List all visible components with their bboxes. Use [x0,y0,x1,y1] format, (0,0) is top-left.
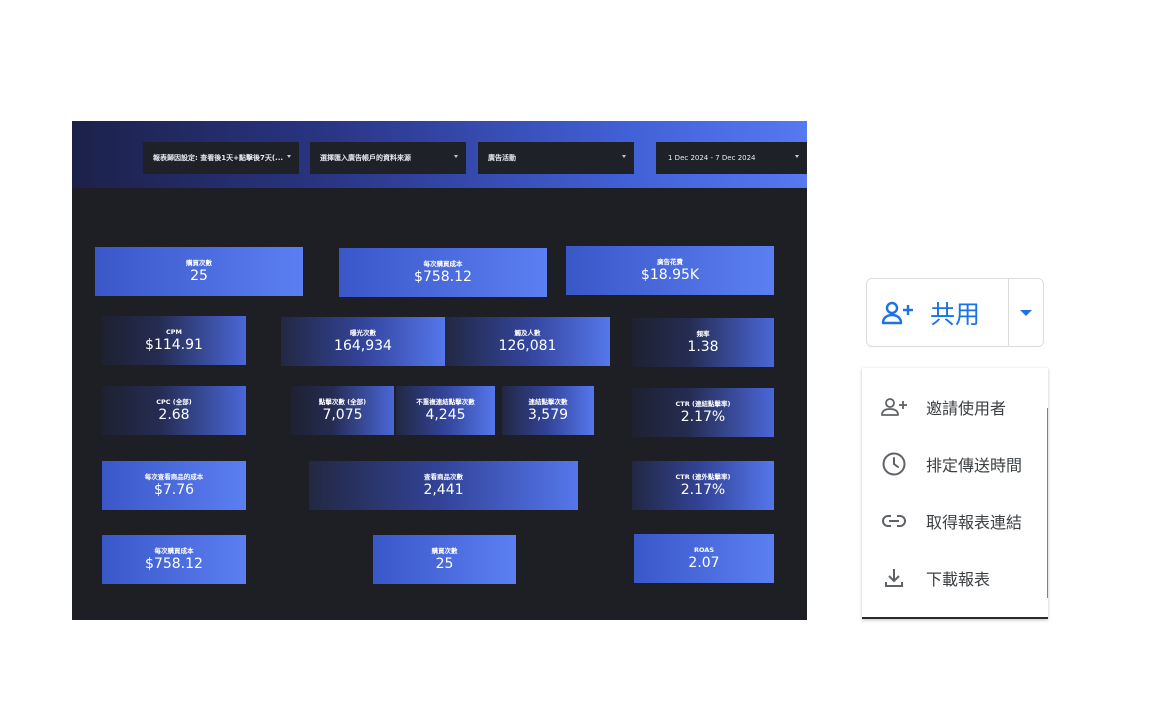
scorecard-impressions[interactable]: 曝光次數 164,934 [281,317,445,366]
scorecard-ctr-outbound[interactable]: CTR (連外點擊率) 2.17% [632,461,774,510]
dashboard-header: 報表歸因設定: 查看後1天+點擊後7天(... 選擇匯入廣告帳戶的資料來源 廣告… [72,121,807,188]
scorecard-value: $114.91 [145,336,203,353]
menu-item-download-report[interactable]: 下載報表 [862,558,1048,598]
scorecard-purchases[interactable]: 購買次數 25 [95,247,303,296]
scorecard-link-clicks[interactable]: 連結點擊次數 3,579 [502,386,594,435]
scorecard-value: 4,245 [425,406,466,423]
scorecard-clicks-all[interactable]: 點擊次數 (全部) 7,075 [291,386,394,435]
scorecard-label: 連結點擊次數 [528,397,568,406]
scorecard-ctr-link[interactable]: CTR (連結點擊率) 2.17% [632,388,774,437]
scorecard-value: 2.68 [158,406,190,423]
scorecard-label: 購買次數 [186,258,212,267]
scorecard-purchases-2[interactable]: 購買次數 25 [373,535,516,584]
caret-down-icon [795,155,799,158]
attribution-setting-dropdown[interactable]: 報表歸因設定: 查看後1天+點擊後7天(... [143,142,299,174]
menu-item-get-report-link[interactable]: 取得報表連結 [862,501,1048,541]
menu-item-label: 下載報表 [926,570,991,589]
scorecard-value: 2.17% [680,408,726,425]
scorecard-label: 購買次數 [431,546,458,555]
caret-down-icon [1020,309,1032,316]
person-add-icon [880,393,908,421]
menu-item-schedule-delivery[interactable]: 排定傳送時間 [862,444,1048,484]
scorecard-label: 每次購買成本 [423,259,463,268]
scorecard-cpm[interactable]: CPM $114.91 [102,316,246,365]
person-add-icon [880,299,930,327]
share-button[interactable]: 共用 [867,279,1008,346]
scorecard-label: 觸及人數 [514,328,541,337]
scorecard-value: $758.12 [414,268,472,285]
scorecard-roas[interactable]: ROAS 2.07 [634,534,774,583]
scorecard-label: 每次購買成本 [154,546,194,555]
menu-item-label: 邀請使用者 [926,399,1007,418]
scorecard-value: $758.12 [145,555,203,572]
caret-down-icon [454,155,458,158]
scorecard-value: 2.17% [680,481,726,498]
menu-item-label: 取得報表連結 [926,513,1023,532]
share-button-group: 共用 [866,278,1044,347]
date-range-picker[interactable]: 1 Dec 2024 - 7 Dec 2024 [656,142,807,174]
scorecard-value: 126,081 [498,337,557,354]
scorecard-label: 廣告花費 [657,257,683,266]
attribution-setting-label: 報表歸因設定: 查看後1天+點擊後7天(... [153,154,284,162]
scorecard-label: CPC (全部) [156,397,192,406]
scorecard-label: 點擊次數 (全部) [318,397,367,406]
scorecard-value: 7,075 [322,406,363,423]
caret-down-icon [287,155,291,158]
scorecard-label: 不重複連結點擊次數 [416,397,475,406]
scorecard-cost-per-view-content[interactable]: 每次查看商品的成本 $7.76 [102,461,246,510]
scorecard-ad-spend[interactable]: 廣告花費 $18.95K [566,246,774,295]
scorecard-value: 25 [190,267,208,284]
link-icon [880,507,908,535]
scorecard-unique-link-clicks[interactable]: 不重複連結點擊次數 4,245 [396,386,495,435]
scorecard-value: 25 [435,555,454,572]
dashboard-preview: 報表歸因設定: 查看後1天+點擊後7天(... 選擇匯入廣告帳戶的資料來源 廣告… [72,121,807,620]
date-range-label: 1 Dec 2024 - 7 Dec 2024 [668,154,756,162]
scorecard-frequency[interactable]: 頻率 1.38 [632,318,774,367]
scorecard-value: 3,579 [527,406,569,423]
data-source-label: 選擇匯入廣告帳戶的資料來源 [320,154,411,162]
clock-icon [880,450,908,478]
scorecard-label: 每次查看商品的成本 [144,472,204,481]
menu-item-invite-users[interactable]: 邀請使用者 [862,387,1048,427]
scorecard-label: 頻率 [696,329,710,338]
scorecard-label: CTR (連外點擊率) [675,472,731,481]
scorecard-label: 曝光次數 [350,328,376,337]
share-menu: 邀請使用者 排定傳送時間 取得報表連結 下載報表 [862,368,1048,619]
scorecard-cost-per-purchase[interactable]: 每次購買成本 $758.12 [339,248,547,297]
scorecard-value: $18.95K [640,266,700,283]
scorecard-label: CPM [165,327,182,336]
data-source-dropdown[interactable]: 選擇匯入廣告帳戶的資料來源 [310,142,466,174]
scorecard-label: ROAS [693,545,715,554]
scorecard-value: 1.38 [687,338,719,355]
scorecard-value: 164,934 [334,337,392,354]
scorecard-label: CTR (連結點擊率) [675,399,731,408]
scorecard-view-content[interactable]: 查看商品次數 2,441 [309,461,578,510]
share-label: 共用 [930,299,981,329]
scorecard-cpc-all[interactable]: CPC (全部) 2.68 [102,386,246,435]
scorecard-value: $7.76 [153,481,195,498]
campaign-dropdown[interactable]: 廣告活動 [478,142,634,174]
scorecard-label: 查看商品次數 [424,472,463,481]
scorecard-reach[interactable]: 觸及人數 126,081 [445,317,610,366]
campaign-label: 廣告活動 [488,154,516,162]
scorecard-value: 2.07 [688,554,720,571]
share-dropdown-button[interactable] [1009,279,1043,346]
menu-item-label: 排定傳送時間 [926,456,1023,475]
caret-down-icon [622,155,626,158]
scorecard-value: 2,441 [423,481,464,498]
download-icon [880,564,908,592]
scorecard-cost-per-purchase-2[interactable]: 每次購買成本 $758.12 [102,535,246,584]
